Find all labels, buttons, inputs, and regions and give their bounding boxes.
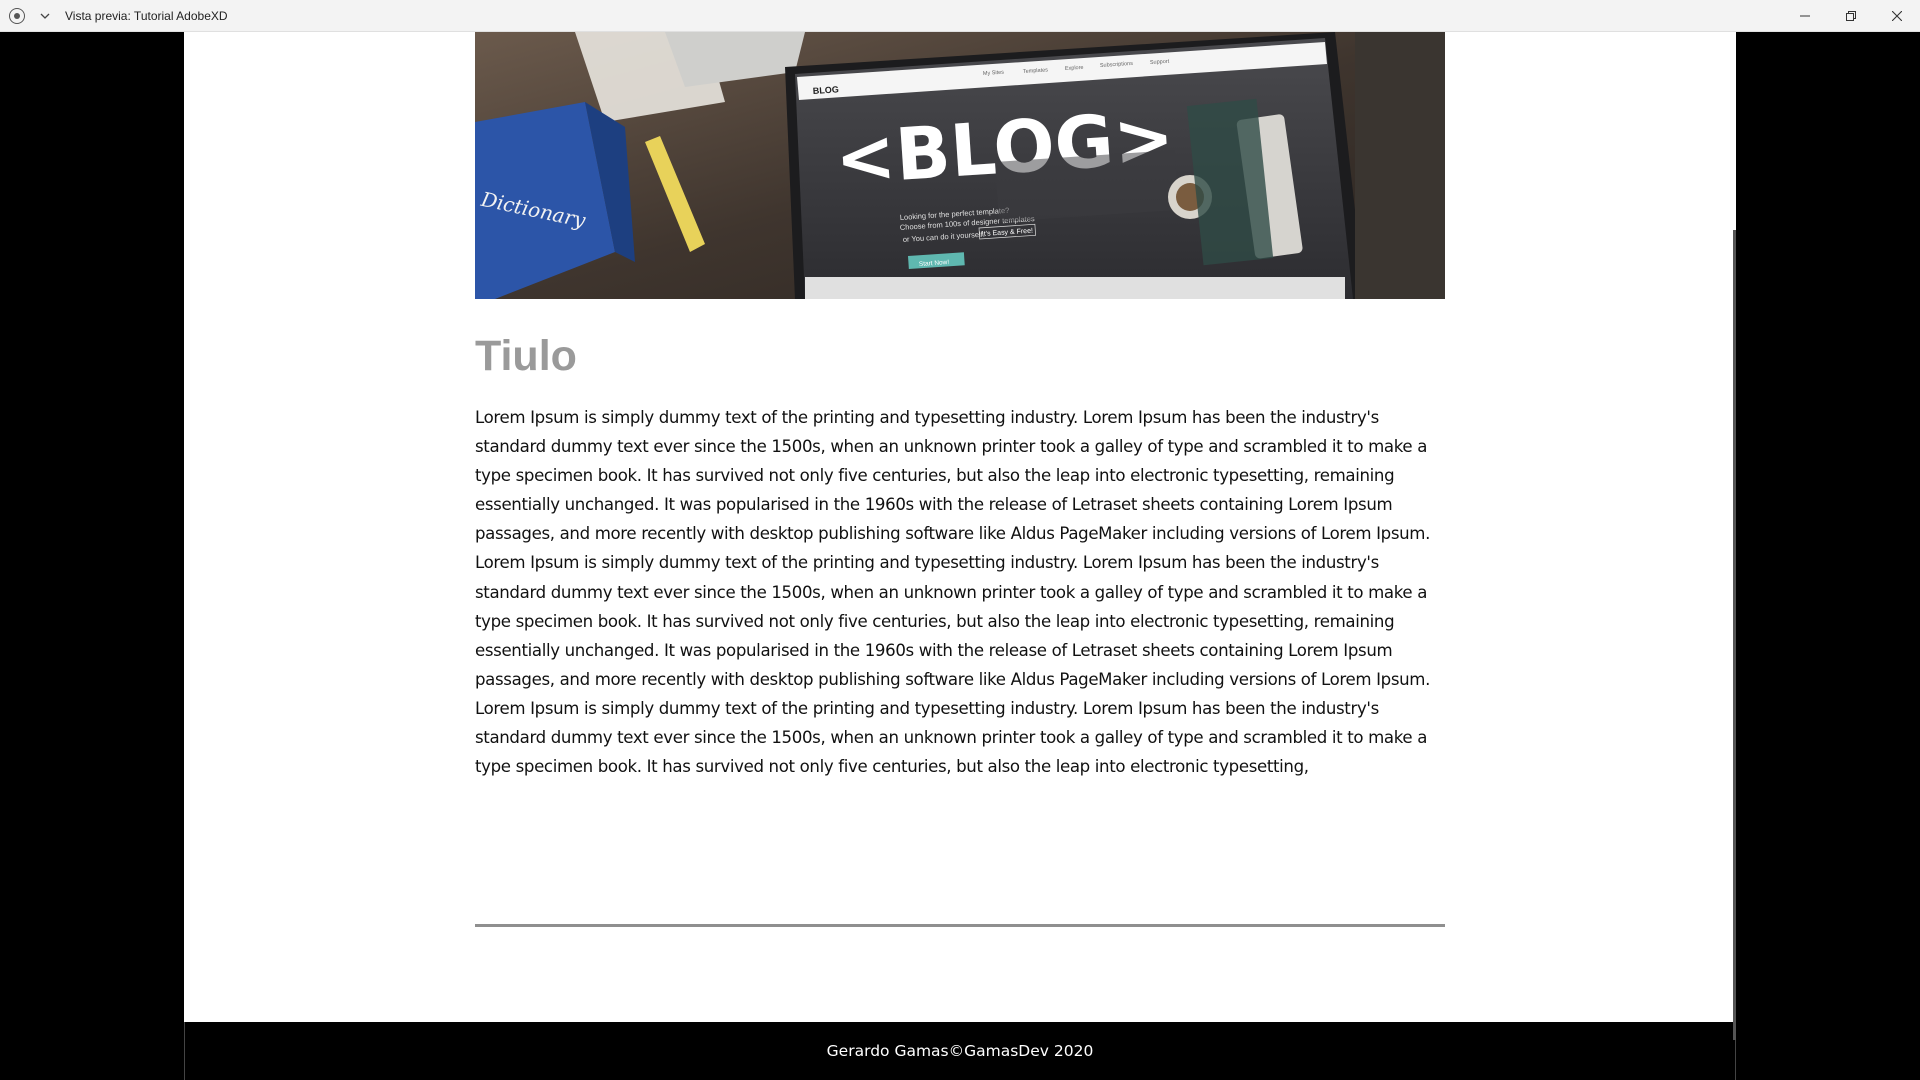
content-divider	[475, 924, 1445, 927]
close-icon	[1892, 10, 1902, 21]
window-titlebar: Vista previa: Tutorial AdobeXD	[0, 0, 1920, 32]
post-paragraph: Lorem Ipsum is simply dummy text of the …	[475, 553, 1431, 689]
post-title: Tiulo	[475, 332, 577, 380]
post-paragraph: Lorem Ipsum is simply dummy text of the …	[475, 698, 1428, 777]
restore-icon	[1846, 10, 1856, 21]
hero-image: Dictionary BLOG My Sites Templates Explo…	[475, 32, 1445, 299]
close-button[interactable]	[1874, 0, 1920, 31]
window-title: Vista previa: Tutorial AdobeXD	[65, 8, 228, 23]
page-footer: Gerardo Gamas©GamasDev 2020	[184, 1022, 1736, 1080]
scrollbar[interactable]	[1733, 230, 1736, 1040]
minimize-button[interactable]	[1782, 0, 1828, 31]
restore-button[interactable]	[1828, 0, 1874, 31]
footer-copyright: Gerardo Gamas©GamasDev 2020	[826, 1042, 1094, 1060]
page-content: Dictionary BLOG My Sites Templates Explo…	[184, 32, 1736, 1022]
post-paragraph: Lorem Ipsum is simply dummy text of the …	[475, 408, 1431, 544]
preview-viewport: Dictionary BLOG My Sites Templates Explo…	[0, 32, 1920, 1080]
hero-nav-brand: BLOG	[812, 84, 839, 96]
post-body: Lorem Ipsum is simply dummy text of the …	[475, 403, 1450, 781]
hero-nav-item: Explore	[1065, 65, 1084, 72]
record-icon[interactable]	[9, 7, 25, 24]
chevron-down-icon[interactable]	[37, 8, 53, 24]
minimize-icon	[1800, 15, 1810, 16]
